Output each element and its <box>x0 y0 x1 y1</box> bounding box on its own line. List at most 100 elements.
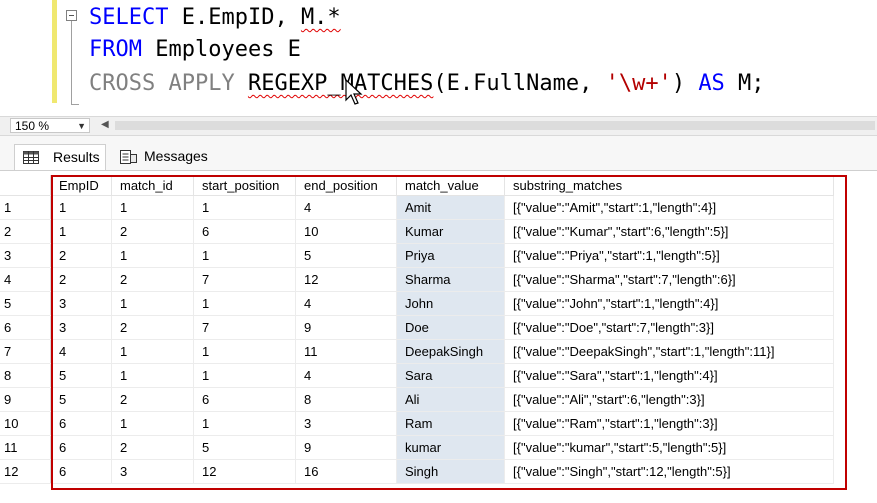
table-row[interactable]: 5 3 1 1 4 John [{"value":"John","start":1,"len… <box>0 291 834 316</box>
cell-end-position[interactable]: 5 <box>295 243 397 268</box>
cell-substring-matches[interactable]: [{"value":"Sharma","start":7,"length":6}… <box>504 267 834 292</box>
table-row[interactable]: 2 1 2 6 10 Kumar [{"value":"Kumar","start":6,"… <box>0 219 834 244</box>
results-grid[interactable]: EmpID match_id start_position end_positi… <box>0 171 877 503</box>
cell-match-id[interactable]: 2 <box>111 267 194 292</box>
table-row[interactable]: 10 6 1 1 3 Ram [{"value":"Ram","start":1,"leng… <box>0 411 834 436</box>
cell-end-position[interactable]: 9 <box>295 435 397 460</box>
cell-match-id[interactable]: 2 <box>111 219 194 244</box>
scroll-left-icon[interactable]: ◀ <box>101 119 109 130</box>
cell-match-id[interactable]: 1 <box>111 195 194 220</box>
cell-empid[interactable]: 5 <box>50 387 112 412</box>
cell-match-value[interactable]: Ali <box>396 387 505 412</box>
cell-end-position[interactable]: 12 <box>295 267 397 292</box>
cell-end-position[interactable]: 4 <box>295 363 397 388</box>
cell-end-position[interactable]: 9 <box>295 315 397 340</box>
cell-match-value[interactable]: Sara <box>396 363 505 388</box>
cell-substring-matches[interactable]: [{"value":"Singh","start":12,"length":5}… <box>504 459 834 484</box>
cell-empid[interactable]: 6 <box>50 411 112 436</box>
column-header-end-position[interactable]: end_position <box>295 175 397 196</box>
cell-empid[interactable]: 1 <box>50 195 112 220</box>
column-header-empid[interactable]: EmpID <box>50 175 112 196</box>
cell-start-position[interactable]: 6 <box>193 219 296 244</box>
row-number[interactable]: 8 <box>0 363 51 388</box>
code-line-1[interactable]: SELECT E.EmpID, M.* <box>89 3 341 33</box>
cell-start-position[interactable]: 7 <box>193 267 296 292</box>
cell-end-position[interactable]: 16 <box>295 459 397 484</box>
cell-end-position[interactable]: 10 <box>295 219 397 244</box>
row-number[interactable]: 2 <box>0 219 51 244</box>
cell-match-value[interactable]: Priya <box>396 243 505 268</box>
column-header-match-value[interactable]: match_value <box>396 175 505 196</box>
row-number[interactable]: 3 <box>0 243 51 268</box>
code-line-3[interactable]: CROSS APPLY REGEXP_MATCHES(E.FullName, '… <box>89 69 765 99</box>
cell-match-id[interactable]: 1 <box>111 363 194 388</box>
table-row[interactable]: 6 3 2 7 9 Doe [{"value":"Doe","start":7,"lengt… <box>0 315 834 340</box>
cell-match-id[interactable]: 2 <box>111 435 194 460</box>
row-number[interactable]: 9 <box>0 387 51 412</box>
cell-start-position[interactable]: 1 <box>193 243 296 268</box>
table-row[interactable]: 11 6 2 5 9 kumar [{"value":"kumar","start":5,"… <box>0 435 834 460</box>
table-row[interactable]: 12 6 3 12 16 Singh [{"value":"Singh","start":1… <box>0 459 834 484</box>
cell-substring-matches[interactable]: [{"value":"Ram","start":1,"length":3}] <box>504 411 834 436</box>
cell-empid[interactable]: 3 <box>50 291 112 316</box>
cell-match-id[interactable]: 1 <box>111 339 194 364</box>
cell-start-position[interactable]: 1 <box>193 363 296 388</box>
row-number[interactable]: 1 <box>0 195 51 220</box>
row-number[interactable]: 6 <box>0 315 51 340</box>
row-number[interactable]: 4 <box>0 267 51 292</box>
cell-match-id[interactable]: 3 <box>111 459 194 484</box>
cell-match-value[interactable]: Amit <box>396 195 505 220</box>
cell-match-value[interactable]: John <box>396 291 505 316</box>
cell-match-value[interactable]: Kumar <box>396 219 505 244</box>
column-header-substring-matches[interactable]: substring_matches <box>504 175 834 196</box>
column-header-match-id[interactable]: match_id <box>111 175 194 196</box>
cell-empid[interactable]: 6 <box>50 435 112 460</box>
cell-start-position[interactable]: 7 <box>193 315 296 340</box>
cell-start-position[interactable]: 5 <box>193 435 296 460</box>
cell-empid[interactable]: 4 <box>50 339 112 364</box>
zoom-select[interactable]: 150 % ▼ <box>10 118 90 133</box>
cell-match-value[interactable]: Singh <box>396 459 505 484</box>
table-row[interactable]: 7 4 1 1 11 DeepakSingh [{"value":"DeepakSingh"… <box>0 339 834 364</box>
code-line-2[interactable]: FROM Employees E <box>89 35 301 65</box>
sql-editor[interactable]: SELECT E.EmpID, M.* FROM Employees E CRO… <box>0 0 877 113</box>
cell-start-position[interactable]: 1 <box>193 195 296 220</box>
cell-start-position[interactable]: 6 <box>193 387 296 412</box>
table-row[interactable]: 3 2 1 1 5 Priya [{"value":"Priya","start":1,"l… <box>0 243 834 268</box>
chevron-down-icon[interactable]: ▼ <box>77 119 86 134</box>
cell-substring-matches[interactable]: [{"value":"Sara","start":1,"length":4}] <box>504 363 834 388</box>
row-number[interactable]: 5 <box>0 291 51 316</box>
row-number[interactable]: 12 <box>0 459 51 484</box>
cell-substring-matches[interactable]: [{"value":"Amit","start":1,"length":4}] <box>504 195 834 220</box>
table-row[interactable]: 4 2 2 7 12 Sharma [{"value":"Sharma","start":7… <box>0 267 834 292</box>
cell-match-value[interactable]: Ram <box>396 411 505 436</box>
cell-end-position[interactable]: 8 <box>295 387 397 412</box>
cell-start-position[interactable]: 1 <box>193 291 296 316</box>
row-number[interactable]: 11 <box>0 435 51 460</box>
horizontal-scrollbar[interactable] <box>115 121 875 130</box>
tab-results[interactable]: Results <box>14 144 106 170</box>
collapse-outline-icon[interactable] <box>66 10 77 21</box>
row-number[interactable]: 7 <box>0 339 51 364</box>
cell-substring-matches[interactable]: [{"value":"Ali","start":6,"length":3}] <box>504 387 834 412</box>
row-number[interactable]: 10 <box>0 411 51 436</box>
cell-match-value[interactable]: Sharma <box>396 267 505 292</box>
cell-empid[interactable]: 1 <box>50 219 112 244</box>
cell-start-position[interactable]: 1 <box>193 339 296 364</box>
cell-substring-matches[interactable]: [{"value":"DeepakSingh","start":1,"lengt… <box>504 339 834 364</box>
cell-match-id[interactable]: 1 <box>111 291 194 316</box>
cell-substring-matches[interactable]: [{"value":"John","start":1,"length":4}] <box>504 291 834 316</box>
cell-match-id[interactable]: 2 <box>111 315 194 340</box>
cell-empid[interactable]: 2 <box>50 267 112 292</box>
cell-match-value[interactable]: DeepakSingh <box>396 339 505 364</box>
cell-match-id[interactable]: 1 <box>111 411 194 436</box>
cell-substring-matches[interactable]: [{"value":"Kumar","start":6,"length":5}] <box>504 219 834 244</box>
cell-substring-matches[interactable]: [{"value":"kumar","start":5,"length":5}] <box>504 435 834 460</box>
cell-match-id[interactable]: 2 <box>111 387 194 412</box>
cell-end-position[interactable]: 11 <box>295 339 397 364</box>
column-header-start-position[interactable]: start_position <box>193 175 296 196</box>
cell-substring-matches[interactable]: [{"value":"Priya","start":1,"length":5}] <box>504 243 834 268</box>
cell-empid[interactable]: 2 <box>50 243 112 268</box>
table-row[interactable]: 1 1 1 1 4 Amit [{"value":"Amit","start":1,"len… <box>0 195 834 220</box>
cell-start-position[interactable]: 12 <box>193 459 296 484</box>
